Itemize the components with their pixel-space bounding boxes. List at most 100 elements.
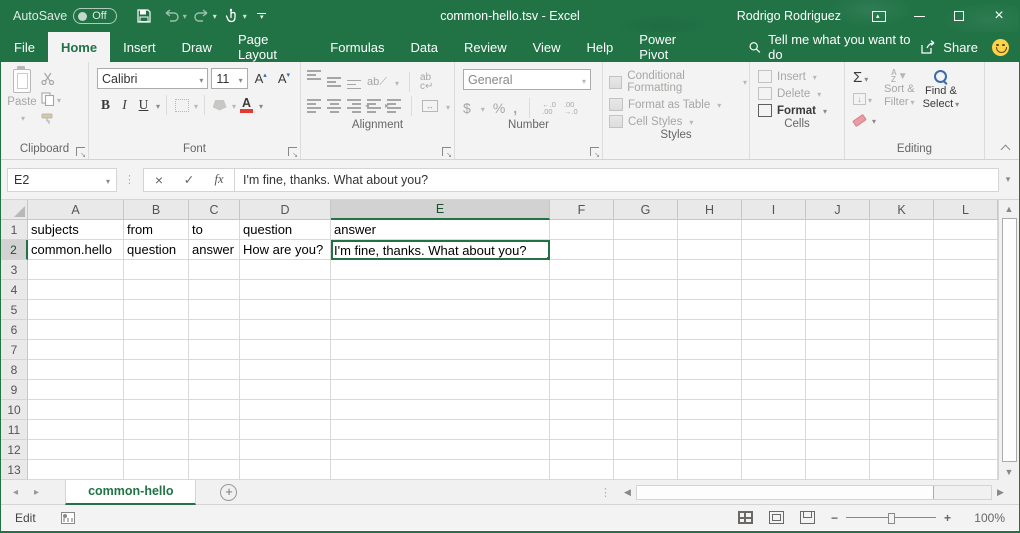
currency-dropdown-icon[interactable] bbox=[479, 99, 485, 117]
horizontal-scroll-thumb[interactable] bbox=[637, 486, 934, 499]
cell-H11[interactable] bbox=[678, 420, 742, 440]
row-header-1[interactable]: 1 bbox=[1, 220, 28, 240]
row-header-9[interactable]: 9 bbox=[1, 380, 28, 400]
cell-I5[interactable] bbox=[742, 300, 806, 320]
cell-I10[interactable] bbox=[742, 400, 806, 420]
cancel-entry-icon[interactable]: × bbox=[144, 172, 174, 188]
cell-D8[interactable] bbox=[240, 360, 331, 380]
cell-A13[interactable] bbox=[28, 460, 124, 480]
cell-I12[interactable] bbox=[742, 440, 806, 460]
tab-bar-splitter[interactable]: ⋮ bbox=[592, 486, 619, 499]
cell-L4[interactable] bbox=[934, 280, 998, 300]
conditional-formatting-button[interactable]: Conditional Formatting bbox=[609, 70, 747, 94]
format-as-table-button[interactable]: Format as Table bbox=[609, 98, 747, 111]
cell-H9[interactable] bbox=[678, 380, 742, 400]
autosave-pill[interactable]: Off bbox=[73, 8, 116, 24]
format-cells-button[interactable]: Format bbox=[758, 104, 842, 117]
cell-F6[interactable] bbox=[550, 320, 614, 340]
cell-F8[interactable] bbox=[550, 360, 614, 380]
row-header-2[interactable]: 2 bbox=[1, 240, 28, 260]
cell-L3[interactable] bbox=[934, 260, 998, 280]
tab-data[interactable]: Data bbox=[397, 32, 450, 62]
user-name[interactable]: Rodrigo Rodriguez bbox=[737, 9, 841, 23]
macro-recording-icon[interactable] bbox=[61, 512, 75, 524]
row-header-3[interactable]: 3 bbox=[1, 260, 28, 280]
cell-K9[interactable] bbox=[870, 380, 934, 400]
cell-D7[interactable] bbox=[240, 340, 331, 360]
cell-H6[interactable] bbox=[678, 320, 742, 340]
cell-styles-button[interactable]: Cell Styles bbox=[609, 115, 747, 128]
cell-I2[interactable] bbox=[742, 240, 806, 260]
cell-K12[interactable] bbox=[870, 440, 934, 460]
row-header-10[interactable]: 10 bbox=[1, 400, 28, 420]
cell-H3[interactable] bbox=[678, 260, 742, 280]
row-header-5[interactable]: 5 bbox=[1, 300, 28, 320]
bottom-align-icon[interactable] bbox=[347, 75, 361, 90]
top-align-icon[interactable] bbox=[307, 70, 321, 80]
tab-review[interactable]: Review bbox=[451, 32, 520, 62]
cell-G2[interactable] bbox=[614, 240, 678, 260]
delete-cells-button[interactable]: Delete bbox=[758, 87, 842, 100]
row-header-8[interactable]: 8 bbox=[1, 360, 28, 380]
cell-G9[interactable] bbox=[614, 380, 678, 400]
cell-K3[interactable] bbox=[870, 260, 934, 280]
scroll-right-icon[interactable]: ▶ bbox=[992, 487, 1009, 498]
cell-F2[interactable] bbox=[550, 240, 614, 260]
fill-button[interactable]: ↓ bbox=[853, 90, 876, 108]
cell-I9[interactable] bbox=[742, 380, 806, 400]
cell-G3[interactable] bbox=[614, 260, 678, 280]
vertical-scrollbar[interactable]: ▲ ▼ bbox=[998, 200, 1019, 480]
cell-B2[interactable]: question bbox=[124, 240, 189, 260]
cell-C11[interactable] bbox=[189, 420, 240, 440]
cell-L11[interactable] bbox=[934, 420, 998, 440]
cell-G7[interactable] bbox=[614, 340, 678, 360]
cell-C10[interactable] bbox=[189, 400, 240, 420]
autosave-toggle[interactable]: AutoSave Off bbox=[13, 8, 117, 24]
cell-C3[interactable] bbox=[189, 260, 240, 280]
close-button[interactable]: × bbox=[979, 0, 1019, 32]
align-right-icon[interactable] bbox=[347, 99, 361, 113]
cell-C13[interactable] bbox=[189, 460, 240, 480]
page-break-preview-icon[interactable] bbox=[800, 511, 815, 524]
cell-A5[interactable] bbox=[28, 300, 124, 320]
cell-K4[interactable] bbox=[870, 280, 934, 300]
cell-B8[interactable] bbox=[124, 360, 189, 380]
cell-D2[interactable]: How are you? bbox=[240, 240, 331, 260]
cell-J4[interactable] bbox=[806, 280, 870, 300]
tab-page-layout[interactable]: Page Layout bbox=[225, 32, 317, 62]
cell-J1[interactable] bbox=[806, 220, 870, 240]
cell-J12[interactable] bbox=[806, 440, 870, 460]
cell-A2[interactable]: common.hello bbox=[28, 240, 124, 260]
column-header-I[interactable]: I bbox=[742, 200, 806, 220]
bold-button[interactable]: B bbox=[97, 96, 114, 115]
add-sheet-button[interactable]: + bbox=[220, 484, 237, 501]
cell-K10[interactable] bbox=[870, 400, 934, 420]
cell-F10[interactable] bbox=[550, 400, 614, 420]
number-dialog-launcher-icon[interactable] bbox=[590, 147, 599, 156]
cell-A10[interactable] bbox=[28, 400, 124, 420]
cell-E11[interactable] bbox=[331, 420, 550, 440]
row-header-7[interactable]: 7 bbox=[1, 340, 28, 360]
align-left-icon[interactable] bbox=[307, 99, 321, 113]
cell-H13[interactable] bbox=[678, 460, 742, 480]
cell-B4[interactable] bbox=[124, 280, 189, 300]
cell-J6[interactable] bbox=[806, 320, 870, 340]
cell-J8[interactable] bbox=[806, 360, 870, 380]
font-size-combo[interactable]: 11 bbox=[211, 68, 247, 89]
redo-dropdown-icon[interactable]: ▾ bbox=[213, 12, 217, 21]
cell-C2[interactable]: answer bbox=[189, 240, 240, 260]
cell-J2[interactable] bbox=[806, 240, 870, 260]
undo-icon[interactable] bbox=[159, 4, 185, 28]
redo-icon[interactable] bbox=[189, 4, 215, 28]
touch-mode-dropdown-icon[interactable]: ▾ bbox=[243, 12, 247, 21]
increase-font-size-button[interactable]: A bbox=[251, 71, 271, 86]
cell-A6[interactable] bbox=[28, 320, 124, 340]
cell-H5[interactable] bbox=[678, 300, 742, 320]
cell-K13[interactable] bbox=[870, 460, 934, 480]
cell-F11[interactable] bbox=[550, 420, 614, 440]
font-color-button[interactable]: A bbox=[238, 96, 255, 115]
fill-handle[interactable] bbox=[546, 256, 550, 260]
cell-E9[interactable] bbox=[331, 380, 550, 400]
enter-entry-icon[interactable]: ✓ bbox=[174, 172, 204, 187]
cell-K8[interactable] bbox=[870, 360, 934, 380]
